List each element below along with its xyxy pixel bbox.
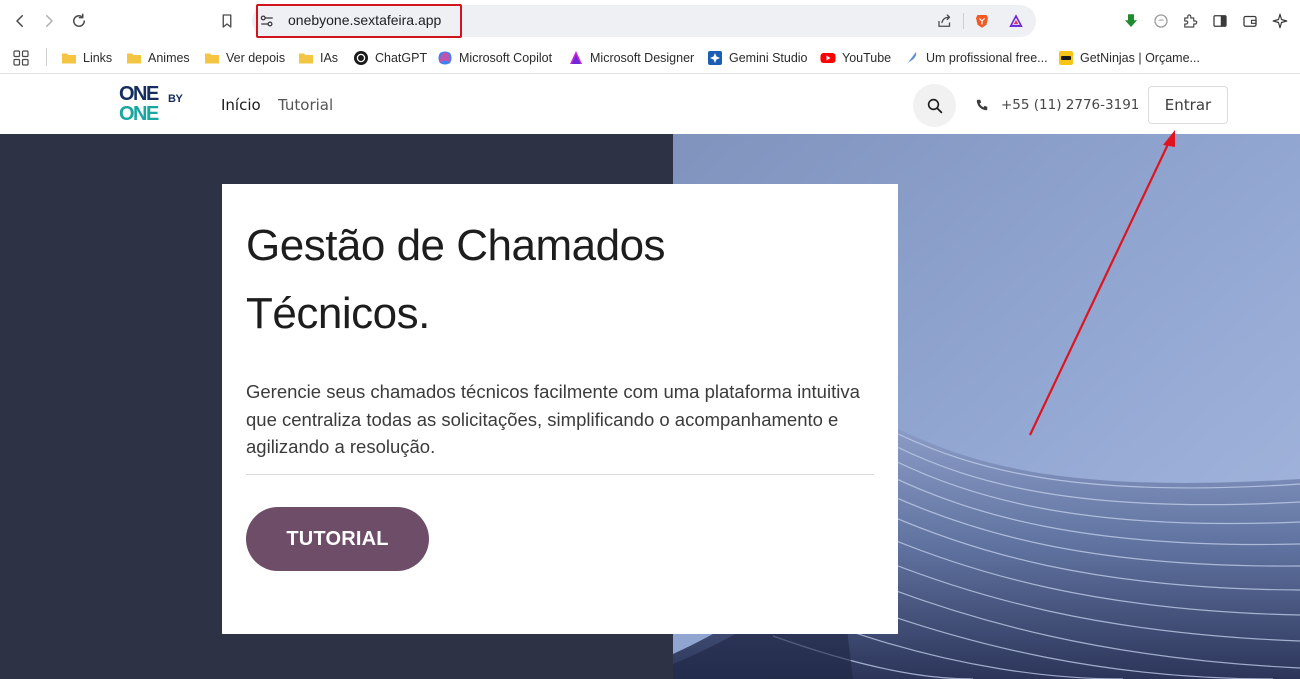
bookmark-label: Animes	[148, 51, 190, 65]
extensions-menu-button[interactable]	[1179, 10, 1201, 32]
bookmark-chatgpt[interactable]: ChatGPT	[353, 48, 427, 68]
bookmark-label: Microsoft Designer	[590, 51, 695, 65]
sidebar-icon	[1213, 15, 1227, 27]
hero-title-line-1: Gestão de Chamados	[246, 221, 666, 270]
wallet-button[interactable]	[1239, 10, 1261, 32]
bookmark-microsoft-designer[interactable]: Microsoft Designer	[568, 48, 694, 68]
hero-divider	[246, 474, 874, 475]
phone-number: +55 (11) 2776-3191	[1001, 97, 1140, 113]
nav-inicio[interactable]: Início	[221, 96, 261, 114]
folder-icon	[61, 50, 77, 66]
getninjas-icon	[1058, 50, 1074, 66]
bookmark-gemini-studio[interactable]: Gemini Studio	[707, 48, 808, 68]
bookmark-icon	[222, 14, 232, 28]
bookmark-microsoft-copilot[interactable]: Microsoft Copilot	[437, 48, 552, 68]
bookmark-label: Microsoft Copilot	[459, 51, 553, 65]
bookmark-label: IAs	[320, 51, 339, 65]
bookmark-animes[interactable]: Animes	[126, 48, 190, 68]
wallet-icon	[1243, 15, 1257, 27]
forward-button[interactable]	[37, 9, 61, 33]
brave-lion-icon	[976, 15, 988, 28]
downloads-button[interactable]	[1120, 10, 1142, 32]
logo-by: BY	[168, 93, 183, 105]
bookmark-youtube[interactable]: YouTube	[820, 48, 891, 68]
bookmark-label: GetNinjas | Orçame...	[1080, 51, 1200, 65]
copilot-icon	[437, 50, 453, 66]
back-arrow-icon	[16, 15, 23, 27]
browser-toolbar: onebyone.sextafeira.app	[0, 0, 1300, 42]
reload-icon	[73, 13, 85, 27]
feather-icon	[904, 50, 920, 66]
apps-grid-icon	[13, 50, 29, 66]
bookmark-getninjas[interactable]: GetNinjas | Orçame...	[1058, 48, 1200, 68]
bookmark-page-button[interactable]	[215, 9, 239, 33]
bookmark-label: YouTube	[842, 51, 892, 65]
bookmark-label: ChatGPT	[375, 51, 428, 65]
extension-button[interactable]	[1150, 10, 1172, 32]
brave-shields-button[interactable]	[971, 10, 993, 32]
puzzle-icon	[1184, 14, 1198, 28]
logo-one-bottom: ONE	[119, 103, 159, 125]
reload-button[interactable]	[67, 9, 91, 33]
gemini-icon	[707, 50, 723, 66]
chatgpt-icon	[353, 50, 369, 66]
youtube-icon	[820, 50, 836, 66]
site-logo[interactable]: ONE BY ONE	[119, 84, 189, 126]
share-button[interactable]	[934, 10, 956, 32]
url-highlight-box	[256, 4, 462, 38]
bookmarks-separator	[46, 48, 47, 66]
extension-leaf-icon	[1154, 14, 1168, 28]
download-arrow-icon	[1125, 14, 1137, 27]
bookmark-label: Links	[83, 51, 113, 65]
bookmarks-bar: Links Animes Ver depois IAs ChatGPT Micr…	[0, 42, 1300, 74]
bookmark-label: Ver depois	[226, 51, 286, 65]
share-icon	[938, 14, 951, 27]
forward-arrow-icon	[46, 15, 53, 27]
designer-icon	[568, 50, 584, 66]
brave-rewards-button[interactable]	[1005, 10, 1027, 32]
bookmark-label: Gemini Studio	[729, 51, 808, 65]
back-button[interactable]	[8, 9, 32, 33]
bookmark-links[interactable]: Links	[61, 48, 112, 68]
bookmark-ver-depois[interactable]: Ver depois	[204, 48, 285, 68]
rewards-triangle-icon	[1009, 14, 1023, 27]
bookmark-label: Um profissional free...	[926, 51, 1048, 65]
login-button[interactable]: Entrar	[1148, 86, 1228, 124]
site-search-button[interactable]	[913, 84, 956, 127]
leo-ai-button[interactable]	[1269, 10, 1291, 32]
bookmark-um-profissional[interactable]: Um profissional free...	[904, 48, 1048, 68]
folder-icon	[126, 50, 142, 66]
phone-icon	[976, 99, 988, 111]
folder-icon	[204, 50, 220, 66]
omnibox-divider	[963, 13, 964, 29]
hero-description: Gerencie seus chamados técnicos facilmen…	[246, 381, 860, 457]
search-icon	[927, 98, 942, 113]
nav-tutorial[interactable]: Tutorial	[278, 96, 333, 114]
hero-title-line-2: Técnicos.	[246, 289, 430, 338]
bookmark-ias[interactable]: IAs	[298, 48, 338, 68]
sidebar-toggle-button[interactable]	[1209, 10, 1231, 32]
folder-icon	[298, 50, 314, 66]
phone-contact[interactable]: +55 (11) 2776-3191	[975, 97, 1139, 113]
sparkle-icon	[1272, 13, 1288, 29]
logo-one-top: ONE	[119, 83, 159, 105]
apps-button[interactable]	[13, 48, 35, 68]
hero-title: Gestão de Chamados Técnicos.	[246, 212, 866, 348]
tutorial-cta-button[interactable]: TUTORIAL	[246, 507, 429, 571]
